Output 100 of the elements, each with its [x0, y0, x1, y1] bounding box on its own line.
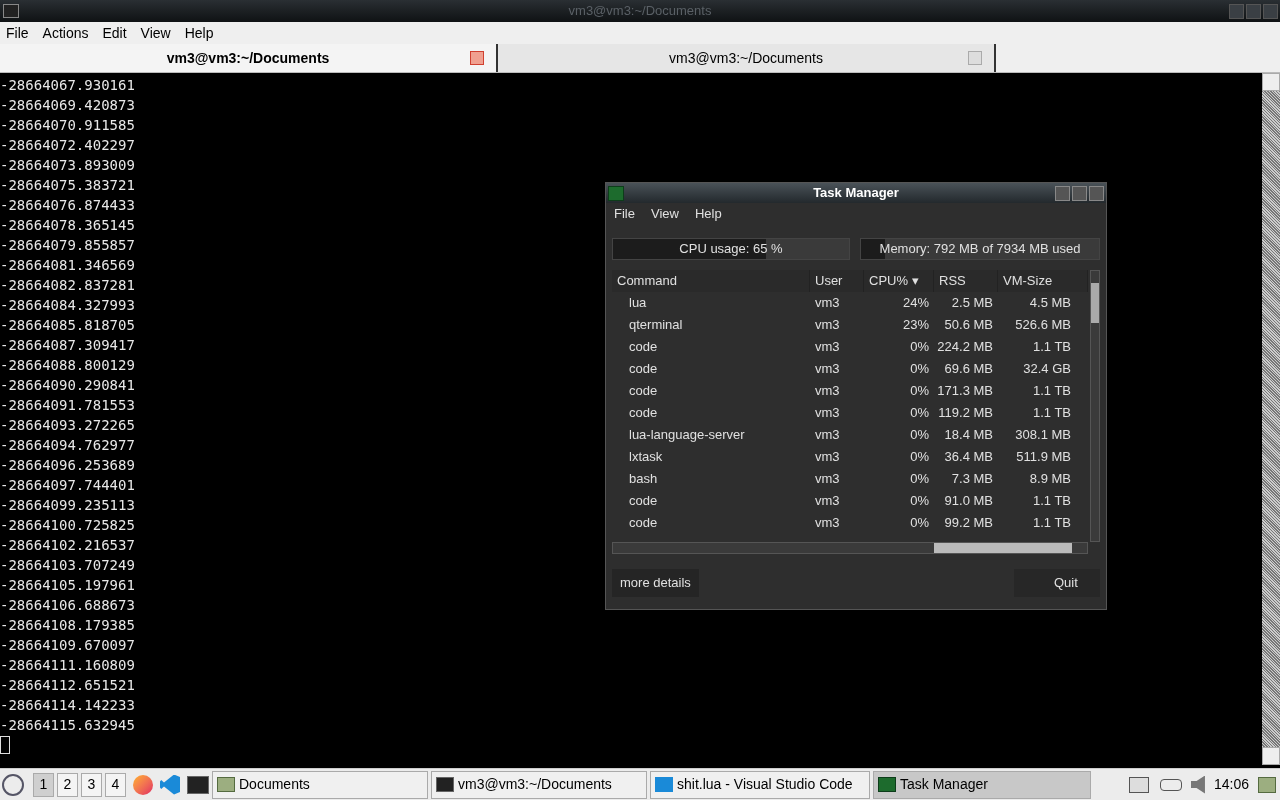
table-cell-text: vm3	[815, 382, 840, 401]
table-cell-text: lxtask	[629, 448, 663, 467]
table-cell-text: 32.4 GB	[1023, 360, 1071, 379]
menu-item[interactable]: View	[650, 204, 679, 224]
menu-item[interactable]: View	[140, 22, 171, 44]
terminal-line: -28664085.818705	[0, 316, 135, 335]
start-menu-icon[interactable]	[2, 773, 24, 796]
close-tab-icon[interactable]	[968, 51, 982, 65]
table-cell-text: 526.6 MB	[1015, 316, 1071, 335]
minimize-button[interactable]	[1055, 185, 1070, 201]
table-cell-text: lua	[629, 294, 647, 313]
terminal-line: -28664105.197961	[0, 576, 135, 595]
menu-item[interactable]: File	[614, 204, 635, 224]
taskbar-button[interactable]: Documents	[212, 770, 428, 799]
terminal-line: -28664097.744401	[0, 476, 135, 495]
terminal-line: -28664111.160809	[0, 656, 135, 675]
table-cell-text: vm3	[815, 514, 840, 533]
table-cell-text: 0%	[910, 338, 929, 357]
table-cell-text: code	[629, 338, 658, 357]
desktop-button[interactable]: 2	[57, 772, 78, 797]
menu-item[interactable]: Actions	[42, 22, 89, 44]
minimize-button[interactable]	[1229, 3, 1244, 19]
table-cell-text: 0%	[910, 404, 929, 423]
terminal-line: -28664079.855857	[0, 236, 135, 255]
table-cell-text: vm3	[815, 470, 840, 489]
terminal-line: -28664084.327993	[0, 296, 135, 315]
table-cell-text: lua-language-server	[629, 426, 745, 445]
terminal-line: -28664072.402297	[0, 136, 135, 155]
taskbar-button[interactable]: shit.lua - Visual Studio Code	[650, 770, 870, 799]
terminal-line: -28664090.290841	[0, 376, 135, 395]
vertical-scrollbar[interactable]	[1090, 270, 1100, 542]
table-cell-text: 1.1 TB	[1032, 514, 1071, 533]
battery-icon[interactable]	[1159, 778, 1182, 791]
table-cell-text: vm3	[815, 404, 840, 423]
bar-label: Memory: 792 MB of 7934 MB used	[879, 240, 1081, 259]
taskbar-button[interactable]: vm3@vm3:~/Documents	[431, 770, 647, 799]
terminal-line: -28664091.781553	[0, 396, 135, 415]
terminal-line: -28664112.651521	[0, 676, 135, 695]
tab[interactable]: vm3@vm3:~/Documents	[0, 44, 498, 72]
table-cell-text: vm3	[815, 294, 840, 313]
more-details-button[interactable]: more details	[612, 569, 699, 597]
column-header[interactable]: VM-Size	[998, 270, 1088, 292]
column-header[interactable]: Command	[612, 270, 810, 292]
table-cell-text: vm3	[815, 360, 840, 379]
column-header[interactable]: RSS	[934, 270, 998, 292]
table-cell-text: bash	[629, 470, 658, 489]
menu-item[interactable]: Help	[184, 22, 214, 44]
terminal-line: -28664106.688673	[0, 596, 135, 615]
terminal-line: -28664114.142233	[0, 696, 135, 715]
menu-item[interactable]: File	[6, 22, 29, 44]
table-cell-text: 0%	[910, 470, 929, 489]
scrollbar[interactable]	[1262, 73, 1280, 765]
table-cell-text: 0%	[910, 448, 929, 467]
table-cell-text: 36.4 MB	[944, 448, 993, 467]
table-cell-text: vm3	[815, 316, 840, 335]
table-cell-text: 0%	[910, 360, 929, 379]
table-cell-text: vm3	[815, 492, 840, 511]
terminal-line: -28664087.309417	[0, 336, 135, 355]
table-cell-text: 99.2 MB	[944, 514, 993, 533]
desktop-button[interactable]: 1	[33, 772, 54, 797]
table-cell-text: 8.9 MB	[1029, 470, 1071, 489]
close-button[interactable]	[1263, 3, 1278, 19]
terminal-line: -28664102.216537	[0, 536, 135, 555]
table-cell-text: code	[629, 404, 658, 423]
tab[interactable]: vm3@vm3:~/Documents	[498, 44, 996, 72]
terminal-line: -28664094.762977	[0, 436, 135, 455]
terminal-line: -28664078.365145	[0, 216, 135, 235]
table-cell-text: vm3	[815, 426, 840, 445]
terminal-line: -28664099.235113	[0, 496, 135, 515]
terminal-line: -28664081.346569	[0, 256, 135, 275]
taskbar-button[interactable]: Task Manager	[873, 770, 1091, 799]
maximize-button[interactable]	[1246, 3, 1261, 19]
desktop-button[interactable]: 4	[105, 772, 126, 797]
quit-button[interactable]: Quit	[1014, 569, 1100, 597]
column-header[interactable]: User	[810, 270, 864, 292]
table-cell-text: qterminal	[629, 316, 683, 335]
maximize-button[interactable]	[1072, 185, 1087, 201]
terminal-line: -28664103.707249	[0, 556, 135, 575]
terminal-line: -28664082.837281	[0, 276, 135, 295]
table-cell-text: 1.1 TB	[1032, 338, 1071, 357]
table-cell-text: 119.2 MB	[938, 404, 993, 423]
table-cell-text: 18.4 MB	[944, 426, 993, 445]
terminal-line: -28664067.930161	[0, 76, 135, 95]
close-button[interactable]	[1089, 185, 1104, 201]
menu-item[interactable]: Help	[694, 204, 722, 224]
desktop-button[interactable]: 3	[81, 772, 102, 797]
table-cell-text: 1.1 TB	[1032, 492, 1071, 511]
menu-item[interactable]: Edit	[102, 22, 127, 44]
table-cell-text: code	[629, 514, 658, 533]
terminal-line: -28664108.179385	[0, 616, 135, 635]
table-cell-text: 1.1 TB	[1032, 404, 1071, 423]
browser-icon[interactable]	[133, 774, 153, 795]
column-header[interactable]: CPU% ▾	[864, 270, 934, 292]
terminal-line: -28664100.725825	[0, 516, 135, 535]
terminal-line: -28664093.272265	[0, 416, 135, 435]
table-cell-text: 50.6 MB	[944, 316, 993, 335]
table-cell-text: 4.5 MB	[1029, 294, 1071, 313]
horizontal-scrollbar[interactable]	[612, 542, 1088, 554]
table-cell-text: 171.3 MB	[937, 382, 993, 401]
close-tab-icon[interactable]	[470, 51, 484, 65]
